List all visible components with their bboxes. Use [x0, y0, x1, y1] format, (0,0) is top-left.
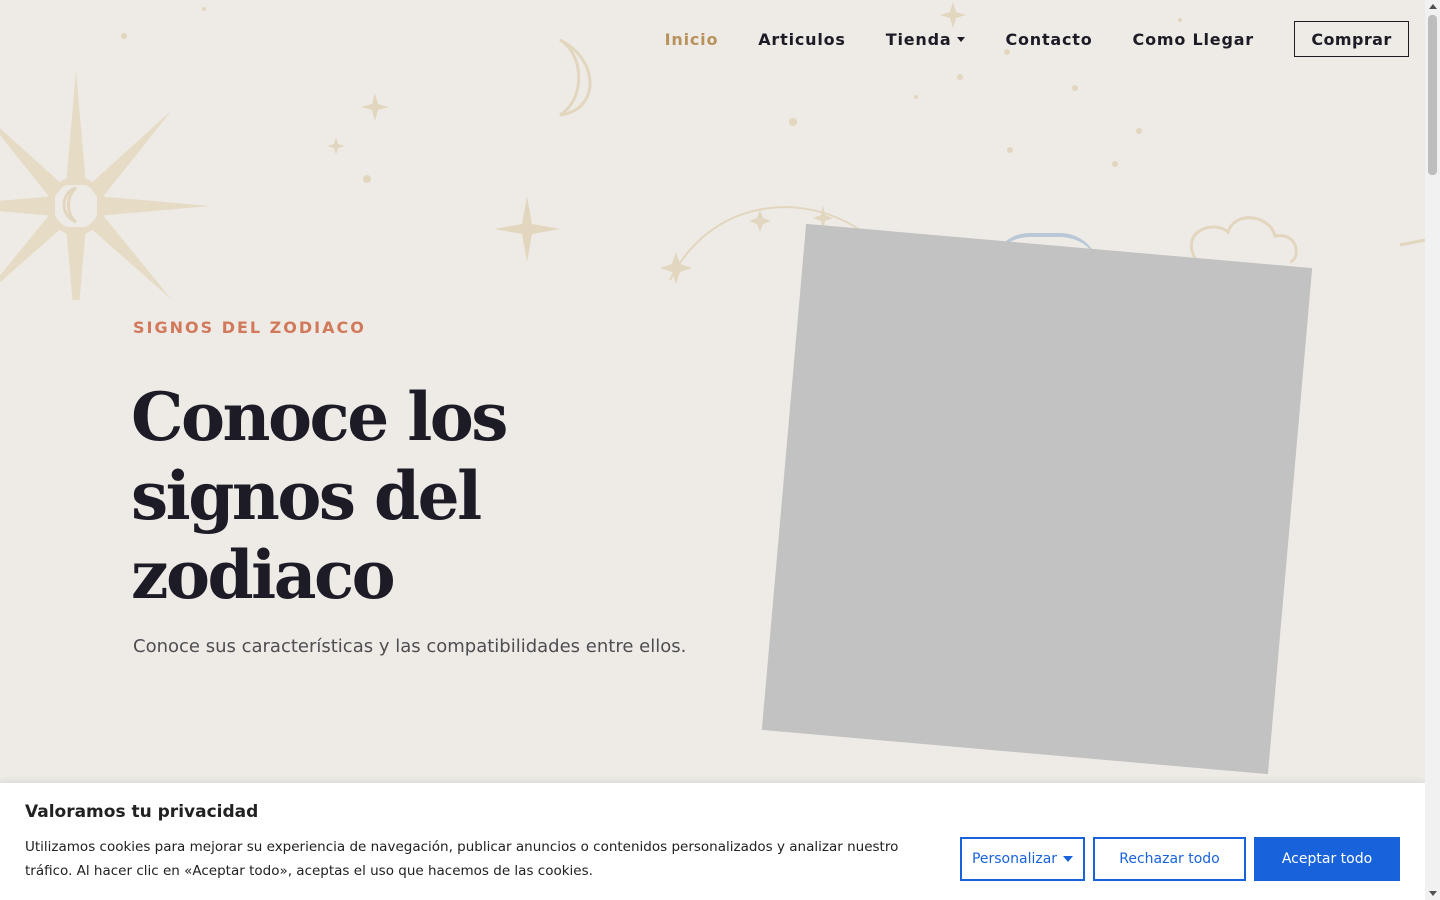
page-scrollbar[interactable]	[1425, 0, 1440, 900]
accept-all-button[interactable]: Aceptar todo	[1254, 837, 1400, 881]
cookie-text: Utilizamos cookies para mejorar su exper…	[25, 839, 899, 879]
nav-item-tienda[interactable]: Tienda	[886, 30, 966, 49]
page: Inicio Articulos Tienda Contacto Como Ll…	[0, 0, 1425, 900]
hero-title: Conoce los signos del zodiaco	[131, 378, 651, 615]
scrollbar-thumb[interactable]	[1428, 15, 1437, 175]
chevron-down-icon	[1063, 856, 1074, 862]
hero-eyebrow: SIGNOS DEL ZODIACO	[133, 318, 366, 337]
nav-item-inicio[interactable]: Inicio	[665, 30, 719, 49]
sun-icon	[0, 70, 210, 300]
nav-item-label: Como Llegar	[1132, 29, 1254, 49]
arc-line-right	[1399, 238, 1425, 247]
cookie-title: Valoramos tu privacidad	[25, 802, 259, 822]
reject-all-button[interactable]: Rechazar todo	[1093, 837, 1246, 881]
hero-title-line: Conoce los	[131, 378, 508, 456]
scroll-up-arrow-icon[interactable]	[1429, 4, 1437, 9]
cloud-icon	[1189, 216, 1298, 264]
nav-item-contacto[interactable]: Contacto	[1005, 30, 1092, 49]
nav-item-label: Inicio	[664, 29, 719, 49]
nav-item-como-llegar[interactable]: Como Llegar	[1133, 30, 1254, 49]
hero-subtitle: Conoce sus características y las compati…	[133, 636, 687, 657]
scroll-down-arrow-icon[interactable]	[1429, 891, 1437, 896]
crescent-moon-icon	[62, 38, 592, 224]
customize-button[interactable]: Personalizar	[960, 837, 1085, 881]
cookie-banner: Valoramos tu privacidad Utilizamos cooki…	[0, 783, 1425, 900]
nav-item-label: Contacto	[1005, 29, 1093, 49]
chevron-down-icon	[957, 36, 966, 42]
hero-title-line: zodiaco	[131, 536, 396, 614]
hero-image-placeholder	[761, 223, 1313, 775]
customize-label: Personalizar	[971, 851, 1058, 867]
nav-item-label: Articulos	[758, 29, 846, 49]
nav-item-label: Tienda	[885, 29, 952, 49]
main-nav: Inicio Articulos Tienda Contacto Como Ll…	[625, 21, 1409, 57]
hero-title-line: signos del	[131, 457, 482, 535]
buy-button[interactable]: Comprar	[1294, 21, 1409, 57]
nav-item-articulos[interactable]: Articulos	[758, 30, 845, 49]
